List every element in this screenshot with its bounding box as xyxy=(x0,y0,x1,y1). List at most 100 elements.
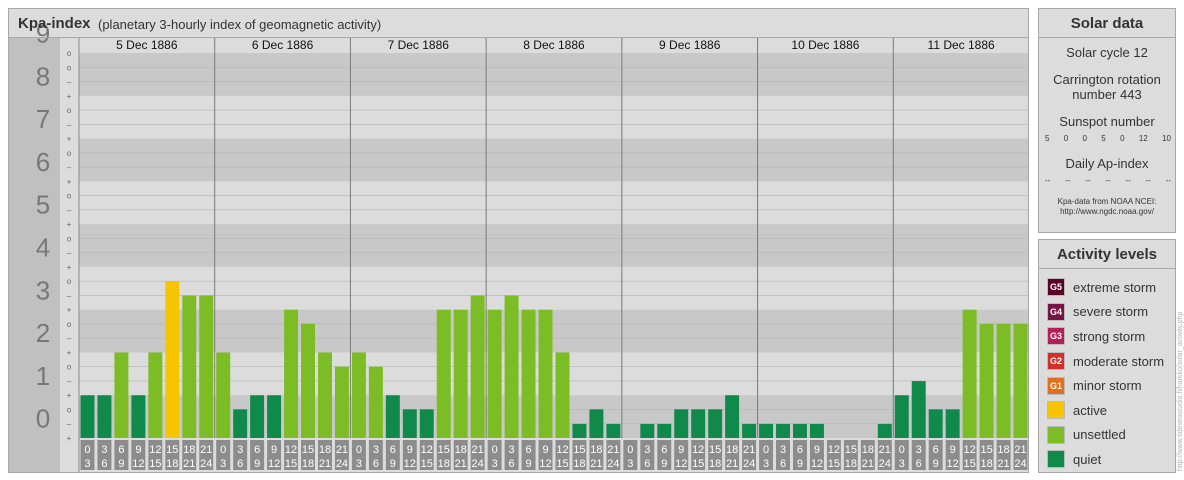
hour-tick-end: 12 xyxy=(539,458,551,470)
hour-tick-start: 6 xyxy=(797,444,803,456)
hour-tick-end: 24 xyxy=(1014,458,1026,470)
minor-tick-label: o xyxy=(67,277,72,286)
minor-tick-label: – xyxy=(67,334,72,343)
hour-tick-end: 24 xyxy=(200,458,212,470)
ap-value: -- xyxy=(1065,176,1071,185)
source-note-line1: Kpa-data from NOAA NCEI: xyxy=(1057,197,1157,206)
hour-tick-start: 6 xyxy=(118,444,124,456)
kpa-bar xyxy=(436,309,451,438)
kpa-bar xyxy=(148,352,163,438)
hour-tick-start: 12 xyxy=(285,444,297,456)
activity-levels-title: Activity levels xyxy=(1039,240,1175,269)
hour-tick-end: 9 xyxy=(525,458,531,470)
hour-tick-end: 9 xyxy=(797,458,803,470)
legend-swatch xyxy=(1047,450,1065,469)
activity-levels-panel: Activity levels G5 extreme storm G4 severe … xyxy=(1038,239,1176,473)
kpa-bar xyxy=(80,395,95,438)
legend-swatch: G2 xyxy=(1047,352,1065,371)
hour-tick-end: 9 xyxy=(118,458,124,470)
hour-tick-start: 18 xyxy=(590,444,602,456)
hour-tick-start: 9 xyxy=(135,444,141,456)
hour-tick-end: 15 xyxy=(421,458,433,470)
hour-tick-end: 6 xyxy=(101,458,107,470)
hour-tick-end: 12 xyxy=(811,458,823,470)
hour-tick-start: 3 xyxy=(509,444,515,456)
grid-band xyxy=(79,309,1028,353)
minor-tick-label: o xyxy=(67,405,72,414)
activity-legend: G5 extreme storm G4 severe storm G3 strong st… xyxy=(1039,269,1175,472)
minor-tick-label: – xyxy=(67,120,72,129)
hour-tick-end: 9 xyxy=(390,458,396,470)
hour-tick-start: 3 xyxy=(373,444,379,456)
legend-swatch: G3 xyxy=(1047,327,1065,346)
hour-tick-end: 3 xyxy=(220,458,226,470)
hour-tick-end: 15 xyxy=(285,458,297,470)
kpa-bar xyxy=(928,409,943,438)
sunspot-value: 0 xyxy=(1120,134,1125,143)
hour-tick-end: 12 xyxy=(675,458,687,470)
minor-tick-label: – xyxy=(67,78,72,87)
hour-tick-start: 18 xyxy=(319,444,331,456)
hour-tick-end: 18 xyxy=(980,458,992,470)
carrington-line2: number 443 xyxy=(1072,87,1142,102)
minor-tick-label: + xyxy=(67,348,72,357)
hour-tick-end: 12 xyxy=(268,458,280,470)
day-label: 8 Dec 1886 xyxy=(523,38,585,52)
hour-tick-end: 24 xyxy=(743,458,755,470)
hour-tick-start: 21 xyxy=(336,444,348,456)
minor-tick-label: o xyxy=(67,63,72,72)
y-tick-label: 7 xyxy=(36,104,50,134)
day-label: 9 Dec 1886 xyxy=(659,38,721,52)
kpa-bar xyxy=(691,409,706,438)
hour-tick-start: 12 xyxy=(556,444,568,456)
source-watermark: http://www.tideseastudio.fi/harkko/solar… xyxy=(1177,311,1184,471)
ap-value: -- xyxy=(1165,176,1171,185)
hour-tick-end: 3 xyxy=(492,458,498,470)
legend-item: G3 strong storm xyxy=(1039,324,1175,349)
grid-band xyxy=(79,95,1028,139)
hour-tick-end: 24 xyxy=(336,458,348,470)
chart-title: Kpa-index xyxy=(18,15,91,32)
legend-label: extreme storm xyxy=(1073,279,1157,295)
legend-swatch: G1 xyxy=(1047,376,1065,395)
legend-item: quiet xyxy=(1039,447,1175,472)
legend-label: quiet xyxy=(1073,451,1102,467)
hour-tick-end: 24 xyxy=(879,458,891,470)
hour-tick-start: 9 xyxy=(814,444,820,456)
hour-tick-start: 6 xyxy=(525,444,531,456)
legend-label: minor storm xyxy=(1073,378,1142,394)
hour-tick-end: 6 xyxy=(916,458,922,470)
kpa-bar xyxy=(776,423,790,438)
minor-tick-label: – xyxy=(67,377,72,386)
minor-tick-label: – xyxy=(67,291,72,300)
kpa-bar xyxy=(233,409,248,438)
minor-tick-label: + xyxy=(67,220,72,229)
y-tick-label: 1 xyxy=(36,361,50,391)
y-tick-label: 5 xyxy=(36,190,50,220)
kpa-bar xyxy=(911,381,926,438)
day-label: 5 Dec 1886 xyxy=(116,38,178,52)
sunspot-value: 0 xyxy=(1082,134,1087,143)
hour-tick-start: 18 xyxy=(183,444,195,456)
legend-label: moderate storm xyxy=(1073,353,1165,369)
hour-tick-end: 15 xyxy=(692,458,704,470)
legend-item: G1 minor storm xyxy=(1039,373,1175,398)
minor-tick-label: o xyxy=(67,320,72,329)
hour-tick-end: 15 xyxy=(556,458,568,470)
kpa-bar xyxy=(945,409,960,438)
hour-tick-start: 3 xyxy=(237,444,243,456)
kpa-bar xyxy=(165,281,180,438)
hour-tick-start: 12 xyxy=(421,444,433,456)
chart-title-bar: Kpa-index (planetary 3-hourly index of g… xyxy=(9,9,1028,38)
kpa-bar xyxy=(708,409,723,438)
hour-tick-start: 3 xyxy=(101,444,107,456)
hour-tick-start: 0 xyxy=(492,444,498,456)
chart-subtitle: (planetary 3-hourly index of geomagnetic… xyxy=(98,17,382,32)
hour-tick-start: 9 xyxy=(407,444,413,456)
hour-tick-start: 6 xyxy=(933,444,939,456)
y-tick-label: 6 xyxy=(36,147,50,177)
legend-label: unsettled xyxy=(1073,427,1126,443)
kpa-bar xyxy=(877,423,892,438)
hour-tick-end: 9 xyxy=(254,458,260,470)
kpa-bar xyxy=(894,395,909,438)
